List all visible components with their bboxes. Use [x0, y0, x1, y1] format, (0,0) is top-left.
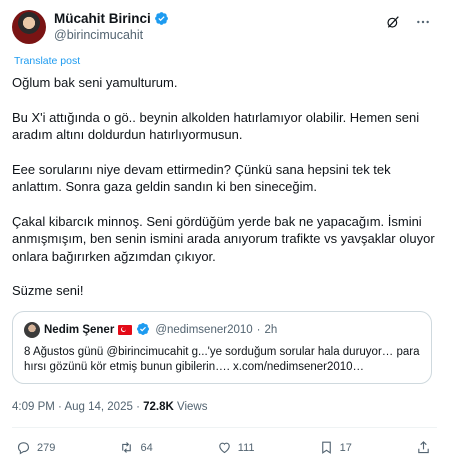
quoted-tweet-header: Nedim Şener @nedimsener2010 · 2h: [24, 321, 420, 339]
quoted-author-avatar: [24, 321, 40, 338]
heart-icon: [219, 442, 230, 454]
author-handle[interactable]: @birincimucahit: [54, 27, 169, 43]
header-actions: [385, 10, 437, 30]
share-button[interactable]: [416, 440, 431, 455]
reply-icon: [17, 442, 30, 455]
verified-badge-icon: [136, 322, 151, 337]
tweet-header: Mücahit Birinci @birincimucahit: [12, 10, 437, 46]
reply-button[interactable]: 279: [16, 440, 55, 455]
meta-separator: ·: [58, 400, 62, 413]
tweet-time[interactable]: 4:09 PM: [12, 401, 55, 413]
repost-button[interactable]: 64: [119, 440, 153, 455]
tweet-meta: 4:09 PM · Aug 14, 2025 · 72.8K Views: [12, 401, 437, 417]
views-label: Views: [177, 400, 208, 413]
action-bar: 279 64 111 17: [12, 428, 437, 461]
quoted-timestamp: 2h: [264, 323, 278, 336]
author-name-row: Mücahit Birinci: [54, 10, 169, 27]
bookmark-icon: [321, 441, 331, 454]
bookmark-button[interactable]: 17: [319, 440, 352, 455]
tweet-paragraph: Eee sorularını niye devam ettirmedin? Çü…: [12, 161, 391, 195]
tweet-paragraph: Süzme seni!: [12, 283, 84, 298]
author-display-name[interactable]: Mücahit Birinci: [54, 10, 151, 27]
tweet-paragraph: Çakal kibarcık minnoş. Seni gördüğüm yer…: [12, 213, 435, 264]
like-button[interactable]: 111: [217, 440, 255, 455]
tweet-paragraph: Bu X'i attığında o gö.. beynin alkolden …: [12, 109, 420, 143]
quoted-separator: ·: [256, 323, 261, 336]
author-avatar[interactable]: [12, 10, 46, 44]
quoted-author-name: Nedim Şener: [44, 323, 115, 336]
more-options-icon[interactable]: [415, 14, 431, 30]
quoted-tweet[interactable]: Nedim Şener @nedimsener2010 · 2h 8 Ağust…: [12, 310, 432, 384]
reply-count: 279: [37, 441, 56, 454]
turkey-flag-icon: [118, 324, 133, 335]
bookmark-count: 17: [339, 441, 352, 454]
tweet: Mücahit Birinci @birincimucahit Translat…: [0, 0, 449, 461]
repost-icon: [122, 442, 132, 453]
quoted-author-handle: @nedimsener2010: [155, 323, 253, 336]
translate-post-link[interactable]: Translate post: [14, 55, 437, 69]
like-count: 111: [237, 441, 255, 454]
meta-separator: ·: [136, 400, 140, 413]
quoted-tweet-text: 8 Ağustos günü @birincimucahit g...'ye s…: [24, 345, 420, 373]
author-names: Mücahit Birinci @birincimucahit: [54, 10, 169, 43]
share-icon: [418, 441, 429, 454]
grok-icon[interactable]: [385, 14, 401, 30]
views-count: 72.8K: [143, 400, 174, 413]
repost-count: 64: [140, 441, 153, 454]
tweet-body: Oğlum bak seni yamulturum. Bu X'i attığı…: [12, 74, 437, 300]
tweet-date[interactable]: Aug 14, 2025: [64, 401, 132, 413]
tweet-paragraph: Oğlum bak seni yamulturum.: [12, 75, 178, 90]
verified-badge-icon: [154, 11, 169, 26]
